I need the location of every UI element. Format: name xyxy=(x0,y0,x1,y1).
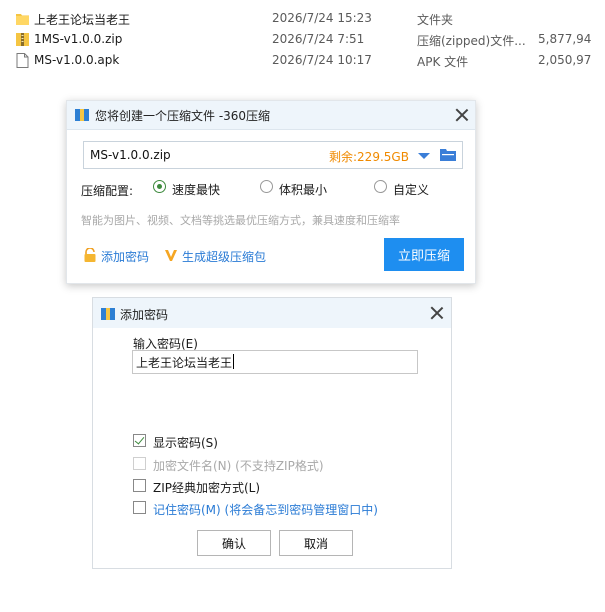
archive-app-icon xyxy=(101,308,115,320)
password-input[interactable]: 上老王论坛当老王 xyxy=(132,350,418,374)
dialog-titlebar[interactable]: 添加密码 xyxy=(93,298,451,328)
dialog-titlebar[interactable]: 您将创建一个压缩文件 -360压缩 xyxy=(67,101,475,130)
add-password-dialog: 添加密码 输入密码(E) 上老王论坛当老王 显示密码(S) 加密文件名(N) (… xyxy=(92,297,452,569)
archive-name-value: MS-v1.0.0.zip xyxy=(90,148,171,162)
lock-icon xyxy=(84,248,96,262)
free-space-label: 剩余:229.5GB xyxy=(329,150,409,164)
checkbox-icon xyxy=(133,479,146,492)
zip-file-icon xyxy=(16,33,29,46)
file-type: 文件夹 xyxy=(417,13,454,27)
checkbox-icon xyxy=(133,457,146,470)
checkbox-label: 加密文件名(N) (不支持ZIP格式) xyxy=(153,459,324,473)
password-value: 上老王论坛当老王 xyxy=(136,356,233,370)
file-date: 2026/7/24 7:51 xyxy=(272,32,365,46)
file-icon xyxy=(16,53,29,68)
file-size: 2,050,97 xyxy=(538,53,592,67)
file-date: 2026/7/24 10:17 xyxy=(272,53,372,67)
chevron-down-icon[interactable] xyxy=(418,153,430,159)
super-compress-label: 生成超级压缩包 xyxy=(182,250,267,264)
compress-hint-text: 智能为图片、视频、文档等挑选最优压缩方式，兼具速度和压缩率 xyxy=(81,214,400,227)
radio-label: 速度最快 xyxy=(172,183,221,197)
compress-config-label: 压缩配置: xyxy=(81,184,134,198)
cancel-button[interactable]: 取消 xyxy=(279,530,353,556)
file-row[interactable]: 上老王论坛当老王 2026/7/24 15:23 文件夹 xyxy=(0,8,605,30)
checkbox-checked-icon xyxy=(133,434,146,447)
dialog-title: 添加密码 xyxy=(120,308,169,322)
file-name: 上老王论坛当老王 xyxy=(34,13,131,27)
compress-now-button[interactable]: 立即压缩 xyxy=(384,238,464,271)
file-type: 压缩(zipped)文件... xyxy=(417,34,526,48)
radio-icon xyxy=(374,180,387,193)
radio-selected-icon xyxy=(153,180,166,193)
add-password-label: 添加密码 xyxy=(101,250,150,264)
browse-folder-icon[interactable] xyxy=(440,148,456,161)
archive-app-icon xyxy=(75,109,89,121)
archive-name-field[interactable]: MS-v1.0.0.zip 剩余:229.5GB xyxy=(83,141,463,169)
file-name: MS-v1.0.0.apk xyxy=(34,53,120,67)
radio-label: 体积最小 xyxy=(279,183,328,197)
compress-dialog: 您将创建一个压缩文件 -360压缩 MS-v1.0.0.zip 剩余:229.5… xyxy=(66,100,476,284)
text-caret xyxy=(233,354,234,369)
checkbox-label: 记住密码(M) (将会备忘到密码管理窗口中) xyxy=(153,503,378,517)
radio-icon xyxy=(260,180,273,193)
file-row[interactable]: 1MS-v1.0.0.zip 2026/7/24 7:51 压缩(zipped)… xyxy=(0,29,605,51)
checkbox-label: 显示密码(S) xyxy=(153,436,218,450)
file-type: APK 文件 xyxy=(417,55,469,69)
checkbox-icon xyxy=(133,501,146,514)
vip-icon xyxy=(165,250,177,261)
file-date: 2026/7/24 15:23 xyxy=(272,11,372,25)
checkbox-label: ZIP经典加密方式(L) xyxy=(153,481,261,495)
file-size: 5,877,94 xyxy=(538,32,592,46)
file-row[interactable]: MS-v1.0.0.apk 2026/7/24 10:17 APK 文件 2,0… xyxy=(0,50,605,72)
close-icon[interactable] xyxy=(455,108,469,122)
radio-label: 自定义 xyxy=(393,183,430,197)
confirm-button[interactable]: 确认 xyxy=(197,530,271,556)
close-icon[interactable] xyxy=(430,306,444,320)
dialog-title: 您将创建一个压缩文件 -360压缩 xyxy=(95,109,271,123)
folder-icon xyxy=(16,14,29,25)
file-name: 1MS-v1.0.0.zip xyxy=(34,32,123,46)
